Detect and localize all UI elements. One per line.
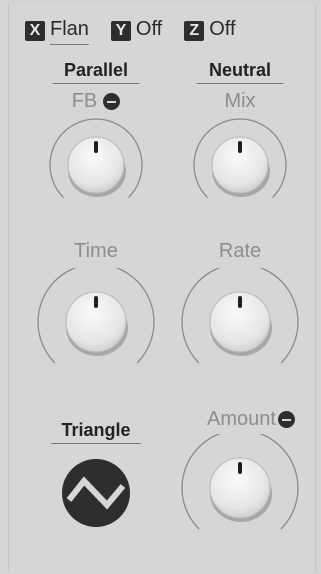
amount-invert-icon[interactable] <box>277 411 295 428</box>
mix-knob[interactable] <box>190 118 290 204</box>
fb-label: FB <box>71 90 98 112</box>
knob-graphic <box>37 268 155 364</box>
fb-knob[interactable] <box>46 118 146 204</box>
slot-x-badge: X <box>25 21 45 41</box>
knob-graphic <box>181 268 299 364</box>
slot-z[interactable]: Z Off <box>184 18 236 44</box>
fb-invert-icon[interactable] <box>103 93 121 110</box>
knob-graphic <box>193 118 287 198</box>
time-label: Time <box>74 240 118 262</box>
character-mode-selector[interactable]: Neutral <box>197 60 283 84</box>
slot-x-value[interactable]: Flan <box>50 18 89 45</box>
triangle-wave-icon[interactable] <box>61 458 131 528</box>
effect-panel: X Flan Y Off Z Off Parallel Neutral FB M… <box>8 4 316 570</box>
slot-z-badge: Z <box>184 21 205 41</box>
knob-graphic <box>181 434 299 530</box>
rate-knob[interactable] <box>179 268 301 368</box>
knob-graphic <box>49 118 143 198</box>
slot-x[interactable]: X Flan <box>25 18 89 45</box>
mix-label: Mix <box>224 90 256 112</box>
slot-y-value[interactable]: Off <box>136 18 162 44</box>
rate-label: Rate <box>218 240 262 262</box>
time-knob[interactable] <box>35 268 157 368</box>
amount-label: Amount <box>207 408 276 430</box>
routing-mode-selector[interactable]: Parallel <box>53 60 139 84</box>
fb-label-row: FB <box>46 90 146 113</box>
slot-y-badge: Y <box>110 21 131 41</box>
slot-z-value[interactable]: Off <box>209 18 235 44</box>
waveform-selector[interactable]: Triangle <box>51 420 141 444</box>
xyz-slot-row: X Flan Y Off Z Off <box>25 16 305 46</box>
slot-y[interactable]: Y Off <box>110 18 162 44</box>
amount-knob[interactable] <box>179 434 301 534</box>
amount-label-row: Amount <box>190 408 312 431</box>
